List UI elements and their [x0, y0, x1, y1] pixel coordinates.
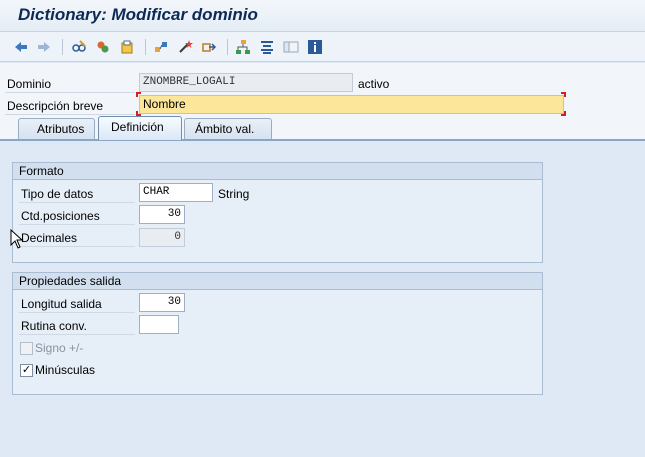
signo-label: Signo +/- — [35, 341, 84, 355]
required-marker — [136, 92, 141, 97]
tipo-datos-description: String — [218, 187, 250, 201]
back-arrow-icon[interactable] — [12, 38, 30, 56]
toolbar-separator — [62, 39, 63, 55]
window-title: Dictionary: Modificar dominio — [18, 5, 258, 24]
decimales-field[interactable]: 0 — [139, 228, 185, 247]
minusculas-checkbox[interactable]: ✓ — [20, 364, 33, 377]
minusculas-label: Minúsculas — [35, 363, 96, 377]
magic-wand-icon[interactable] — [176, 38, 194, 56]
descripcion-field[interactable]: Nombre — [139, 95, 564, 114]
rutina-conv-field[interactable] — [139, 315, 179, 334]
propiedades-group-title: Propiedades salida — [13, 273, 542, 290]
status-text: activo — [358, 77, 390, 91]
tab-strip: Atributos Definición Ámbito val. — [0, 116, 645, 140]
required-marker — [561, 92, 566, 97]
formato-group-title: Formato — [13, 163, 542, 180]
forward-arrow-icon[interactable] — [35, 38, 53, 56]
descripcion-label: Descripción breve — [5, 97, 135, 115]
title-bar: Dictionary: Modificar dominio — [0, 0, 645, 32]
info-icon[interactable] — [306, 38, 324, 56]
longitud-salida-label: Longitud salida — [19, 295, 135, 313]
dominio-label: Dominio — [5, 75, 135, 93]
tipo-datos-label: Tipo de datos — [19, 185, 135, 203]
rutina-conv-label: Rutina conv. — [19, 317, 135, 335]
decimales-label: Decimales — [19, 229, 135, 247]
hierarchy-icon[interactable] — [234, 38, 252, 56]
layout-icon[interactable] — [282, 38, 300, 56]
tab-definicion[interactable]: Definición — [98, 116, 182, 140]
tab-atributos[interactable]: Atributos — [18, 118, 96, 139]
mouse-cursor-icon — [10, 228, 24, 249]
posiciones-label: Ctd.posiciones — [19, 207, 135, 225]
longitud-salida-field[interactable]: 30 — [139, 293, 185, 312]
display-change-icon[interactable] — [70, 38, 88, 56]
application-toolbar — [0, 32, 645, 62]
signo-checkbox[interactable] — [20, 342, 33, 355]
activate-icon[interactable] — [94, 38, 112, 56]
toolbar-separator — [145, 39, 146, 55]
list-icon[interactable] — [258, 38, 276, 56]
check-icon[interactable] — [118, 38, 136, 56]
tipo-datos-field[interactable]: CHAR — [139, 183, 213, 202]
posiciones-field[interactable]: 30 — [139, 205, 185, 224]
tab-ambito-val[interactable]: Ámbito val. — [184, 118, 272, 139]
where-used-icon[interactable] — [152, 38, 170, 56]
dominio-field[interactable]: ZNOMBRE_LOGALI — [139, 73, 353, 92]
navigate-icon[interactable] — [200, 38, 218, 56]
toolbar-separator — [227, 39, 228, 55]
